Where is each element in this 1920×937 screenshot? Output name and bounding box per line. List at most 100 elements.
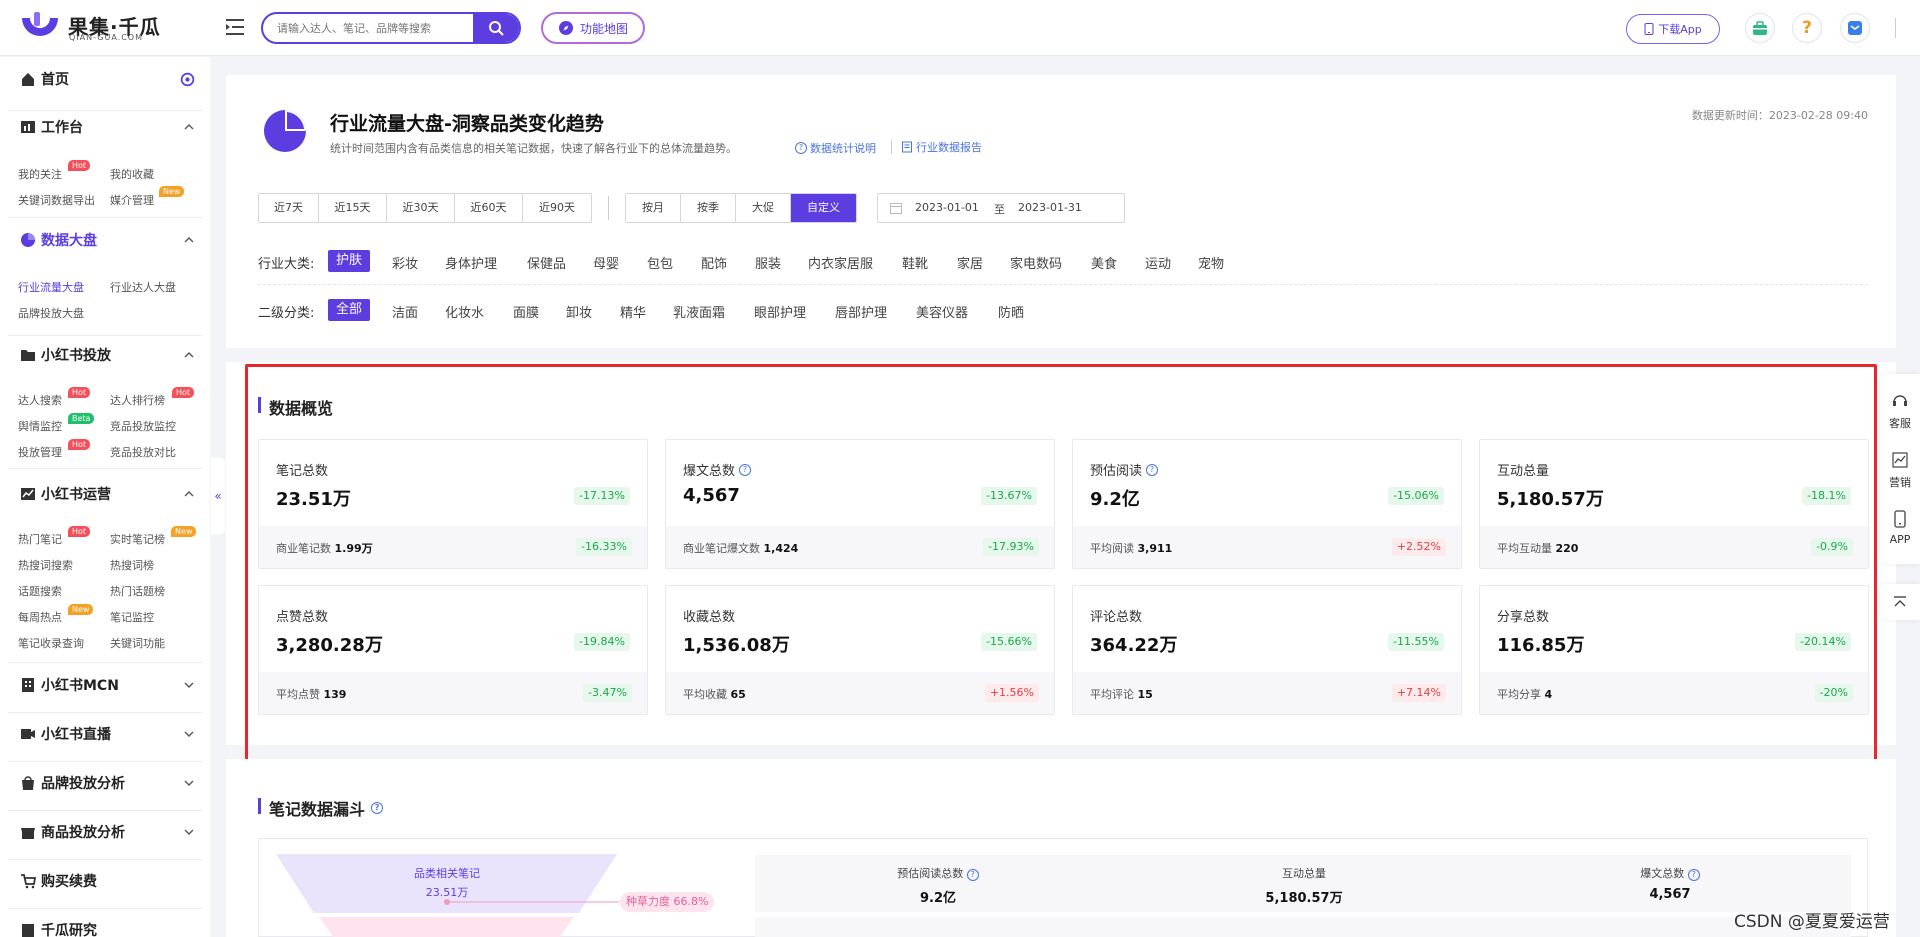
sidebar-link-my-follow[interactable]: 我的关注 xyxy=(18,166,62,182)
cat1-chip[interactable]: 身体护理 xyxy=(445,253,497,272)
question-icon[interactable]: ? xyxy=(1687,869,1700,881)
sidebar-link-note-monitor[interactable]: 笔记监控 xyxy=(110,609,154,625)
sidebar-link-my-favorites[interactable]: 我的收藏 xyxy=(110,166,154,182)
range-7d[interactable]: 近7天 xyxy=(259,194,319,222)
metric-label: 互动总量 xyxy=(1282,867,1326,880)
cat2-chip[interactable]: 面膜 xyxy=(513,302,539,321)
range-30d[interactable]: 近30天 xyxy=(387,194,455,222)
marketing-button[interactable]: 营销 xyxy=(1880,451,1920,490)
gift-button[interactable] xyxy=(1745,13,1775,43)
question-icon[interactable]: ? xyxy=(371,802,384,814)
hot-badge: Hot xyxy=(68,526,91,537)
logo-icon[interactable] xyxy=(18,10,62,44)
function-map-button[interactable]: 功能地图 xyxy=(541,12,645,44)
cat1-chip[interactable]: 家电数码 xyxy=(1010,253,1062,272)
question-icon[interactable]: ? xyxy=(966,869,979,881)
cat1-chip[interactable]: 服装 xyxy=(755,253,781,272)
research-icon xyxy=(22,924,34,937)
sidebar-link-kol-search[interactable]: 达人搜索 xyxy=(18,392,62,408)
sidebar-link-placement-manage[interactable]: 投放管理 xyxy=(18,444,62,460)
sidebar-link-hot-notes[interactable]: 热门笔记 xyxy=(18,531,62,547)
sidebar-link-hot-search-rank[interactable]: 热搜词榜 xyxy=(110,557,154,573)
range-15d[interactable]: 近15天 xyxy=(319,194,387,222)
cat1-chip[interactable]: 配饰 xyxy=(701,253,727,272)
cat2-chip[interactable]: 化妆水 xyxy=(445,302,484,321)
cat2-chip[interactable]: 乳液面霜 xyxy=(673,302,725,321)
cat1-chip[interactable]: 鞋靴 xyxy=(902,253,928,272)
period-month[interactable]: 按月 xyxy=(626,194,681,222)
cat1-chip[interactable]: 保健品 xyxy=(527,253,566,272)
help-button[interactable]: ? xyxy=(1792,13,1822,43)
headset-icon xyxy=(1893,395,1907,406)
cat2-chip[interactable]: 防晒 xyxy=(998,302,1024,321)
sidebar-divider xyxy=(8,859,202,860)
period-quarter[interactable]: 按季 xyxy=(681,194,736,222)
cat1-chip[interactable]: 母婴 xyxy=(593,253,619,272)
download-app-label: 下载App xyxy=(1658,23,1702,36)
sidebar-collapse-button[interactable]: « xyxy=(211,458,225,534)
sidebar-link-topic-search[interactable]: 话题搜索 xyxy=(18,583,62,599)
cat2-chip[interactable]: 精华 xyxy=(620,302,646,321)
building-icon xyxy=(22,678,34,692)
chevron-down-icon xyxy=(184,682,194,688)
sidebar-link-note-index[interactable]: 笔记收录查询 xyxy=(18,635,84,651)
customer-service-button[interactable]: 客服 xyxy=(1880,392,1920,431)
search-box xyxy=(261,12,521,44)
sidebar-link-industry-traffic[interactable]: 行业流量大盘 xyxy=(18,279,84,295)
menu-toggle-icon[interactable] xyxy=(224,16,248,38)
sidebar-link-brand-placement[interactable]: 品牌投放大盘 xyxy=(18,305,84,321)
sidebar-link-competitor-compare[interactable]: 竞品投放对比 xyxy=(110,444,176,460)
period-custom[interactable]: 自定义 xyxy=(791,194,856,222)
calendar-icon xyxy=(890,203,902,214)
sidebar-link-sentiment[interactable]: 舆情监控 xyxy=(18,418,62,434)
industry-report-link[interactable]: 行业数据报告 xyxy=(901,139,982,155)
sidebar-link-keyword-func[interactable]: 关键词功能 xyxy=(110,635,165,651)
download-app-button[interactable]: 下载App xyxy=(1626,14,1720,44)
cat1-chip[interactable]: 宠物 xyxy=(1198,253,1224,272)
sidebar-link-hot-search[interactable]: 热搜词搜索 xyxy=(18,557,73,573)
cat2-chip[interactable]: 眼部护理 xyxy=(754,302,806,321)
back-to-top-button[interactable] xyxy=(1880,584,1920,620)
sidebar-link-kol-ranking[interactable]: 达人排行榜 xyxy=(110,392,165,408)
sidebar-divider xyxy=(8,110,202,111)
range-selector: 近7天 近15天 近30天 近60天 近90天 xyxy=(258,193,592,223)
new-badge: New xyxy=(171,526,197,537)
search-button[interactable] xyxy=(473,14,519,42)
marketing-label: 营销 xyxy=(1889,476,1911,489)
sidebar-link-hot-topics[interactable]: 热门话题榜 xyxy=(110,583,165,599)
period-promotion[interactable]: 大促 xyxy=(736,194,791,222)
cat2-chip[interactable]: 卸妆 xyxy=(566,302,592,321)
sidebar-link-weekly-hot[interactable]: 每周热点 xyxy=(18,609,62,625)
sidebar-divider xyxy=(8,712,202,713)
chevron-up-icon xyxy=(184,124,194,130)
sidebar-link-keyword-export[interactable]: 关键词数据导出 xyxy=(18,192,95,208)
range-60d[interactable]: 近60天 xyxy=(455,194,523,222)
cat1-chip[interactable]: 包包 xyxy=(647,253,673,272)
cat2-chip[interactable]: 唇部护理 xyxy=(835,302,887,321)
cat1-chip[interactable]: 内衣家居服 xyxy=(808,253,873,272)
sidebar-link-industry-kol[interactable]: 行业达人大盘 xyxy=(110,279,176,295)
cat2-chip[interactable]: 全部 xyxy=(328,299,371,321)
stats-explain-link[interactable]: ? 数据统计说明 xyxy=(795,140,876,156)
sidebar-link-media-manage[interactable]: 媒介管理 xyxy=(110,192,154,208)
cat1-chip[interactable]: 护肤 xyxy=(328,250,371,272)
date-range-picker[interactable]: 2023-01-01 至 2023-01-31 xyxy=(877,193,1125,223)
app-button[interactable]: APP xyxy=(1880,510,1920,546)
sidebar-workbench-label: 工作台 xyxy=(41,120,83,136)
cat1-chip[interactable]: 运动 xyxy=(1145,253,1171,272)
sidebar-link-realtime-notes[interactable]: 实时笔记榜 xyxy=(110,531,165,547)
range-90d[interactable]: 近90天 xyxy=(523,194,591,222)
hot-badge: Hot xyxy=(68,439,91,450)
logo-sub: QIAN-GUA.COM xyxy=(69,33,144,42)
cat1-chip[interactable]: 彩妆 xyxy=(392,253,418,272)
settings-icon[interactable] xyxy=(180,72,195,87)
sidebar-link-competitor-monitor[interactable]: 竞品投放监控 xyxy=(110,418,176,434)
question-icon: ? xyxy=(795,142,807,154)
cat2-chip[interactable]: 美容仪器 xyxy=(916,302,968,321)
cat1-chip[interactable]: 家居 xyxy=(957,253,983,272)
message-button[interactable] xyxy=(1840,13,1870,43)
cat1-chip[interactable]: 美食 xyxy=(1091,253,1117,272)
right-float-panel: 客服 营销 APP xyxy=(1880,374,1920,564)
search-input[interactable] xyxy=(263,14,473,42)
cat2-chip[interactable]: 洁面 xyxy=(392,302,418,321)
